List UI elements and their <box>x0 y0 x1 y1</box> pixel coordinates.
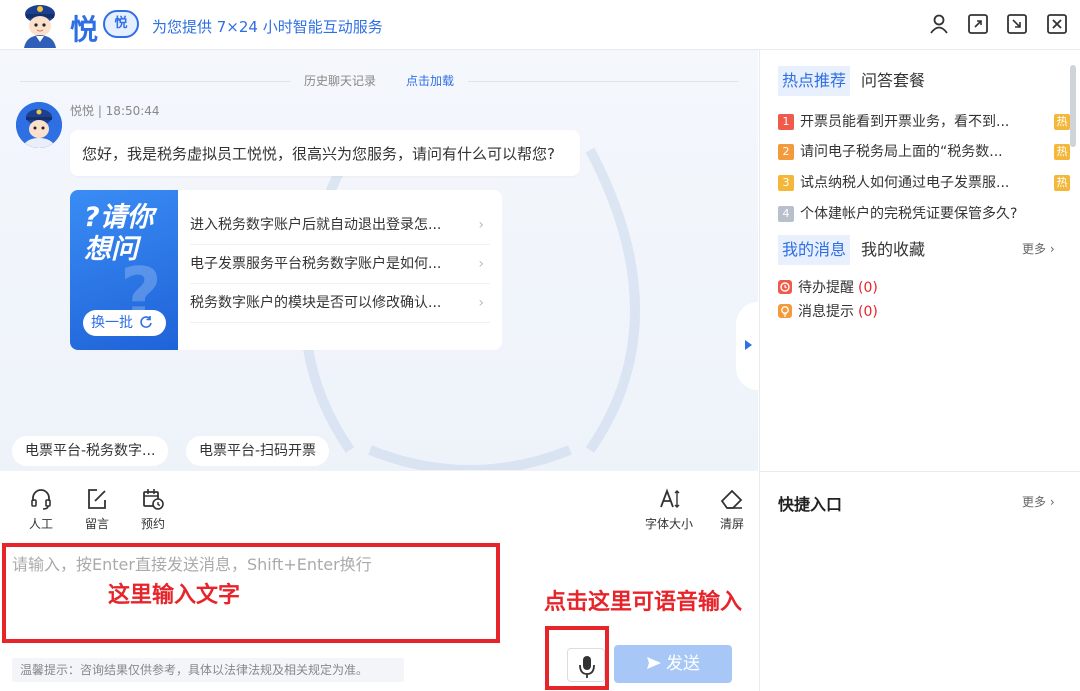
todo-reminder[interactable]: 待办提醒 (0) <box>778 277 878 297</box>
booking-button[interactable]: 预约 <box>128 487 178 532</box>
hot-item[interactable]: 3 试点纳税人如何通过电子发票服... 热 <box>778 171 1070 195</box>
headset-icon <box>31 489 51 510</box>
booking-label: 预约 <box>140 517 165 531</box>
chevron-right-icon: › <box>478 217 484 233</box>
hot-item-text: 开票员能看到开票业务，看不到... <box>800 114 1010 130</box>
clear-screen-button[interactable]: 清屏 <box>707 487 757 532</box>
disclaimer-tip: 温馨提示：咨询结果仅供参考，具体以法律法规及相关规定为准。 <box>12 658 404 682</box>
question-item[interactable]: 电子发票服务平台税务数字账户是如何... › <box>190 245 490 284</box>
rank-badge: 4 <box>778 206 794 222</box>
quick-more-label: 更多 <box>1022 495 1047 509</box>
logo-badge: 悦 <box>103 10 139 38</box>
microphone-icon <box>579 656 595 678</box>
input-annotation: 这里输入文字 <box>108 583 241 608</box>
history-label: 历史聊天记录 <box>303 74 376 88</box>
hot-item-text: 个体建帐户的完税凭证要保管多久? <box>800 206 1018 222</box>
question-card: ? ?请你 想问 换一批 进入税务数字账户后就自动退出登录怎... › 电子发票服… <box>70 190 502 350</box>
more-link[interactable]: 更多 › <box>1022 240 1055 257</box>
question-text: 电子发票服务平台税务数字账户是如何... <box>190 256 442 272</box>
clock-icon <box>778 280 792 294</box>
input-highlight-box <box>2 543 500 643</box>
question-text: 税务数字账户的模块是否可以修改确认... <box>190 295 442 311</box>
quick-more-link[interactable]: 更多 › <box>1022 493 1055 510</box>
load-history-link[interactable]: 点击加载 <box>406 74 454 88</box>
send-label: 发送 <box>666 654 700 673</box>
hot-item[interactable]: 1 开票员能看到开票业务，看不到... 热 <box>778 110 1070 134</box>
hot-item-text: 请问电子税务局上面的“税务数... <box>800 144 1003 160</box>
minimize-icon[interactable] <box>1006 13 1028 35</box>
header: 悦 悦 为您提供 7×24 小时智能互动服务 <box>0 0 1080 50</box>
close-icon[interactable] <box>1046 13 1068 35</box>
tab-hot[interactable]: 热点推荐 <box>778 66 851 96</box>
card-title-line1: ?请你 <box>84 202 154 233</box>
refresh-icon <box>140 316 153 328</box>
collapse-panel-button[interactable] <box>736 302 758 390</box>
voice-input-button[interactable] <box>567 648 605 682</box>
hot-tag: 热 <box>1054 144 1070 160</box>
chevron-right-icon: › <box>478 256 484 272</box>
human-agent-label: 人工 <box>28 517 53 531</box>
right-panel: 热点推荐 问答套餐 1 开票员能看到开票业务，看不到... 热 2 请问电子税务局上… <box>759 50 1080 691</box>
font-size-button[interactable]: 字体大小 <box>640 487 698 532</box>
tab-my-messages[interactable]: 我的消息 <box>778 235 851 265</box>
quick-entry-title: 快捷入口 <box>778 495 843 514</box>
bot-meta: 悦悦 | 18:50:44 <box>70 104 160 118</box>
eraser-icon <box>720 489 743 509</box>
edit-icon <box>88 489 106 509</box>
rank-badge: 3 <box>778 175 794 191</box>
refresh-label: 换一批 <box>91 315 133 331</box>
avatar-logo <box>24 5 56 48</box>
todo-label: 待办提醒 <box>798 280 854 296</box>
notice-label: 消息提示 <box>798 304 854 320</box>
chevron-right-icon: › <box>478 295 484 311</box>
tab-my-favorites[interactable]: 我的收藏 <box>861 235 925 265</box>
slogan: 为您提供 7×24 小时智能互动服务 <box>152 18 383 36</box>
hot-tag: 热 <box>1054 114 1070 130</box>
clear-screen-label: 清屏 <box>719 517 744 531</box>
refresh-button[interactable]: 换一批 <box>83 310 166 336</box>
scrollbar[interactable] <box>1070 65 1076 147</box>
todo-count: (0) <box>858 280 878 296</box>
hot-item[interactable]: 4 个体建帐户的完税凭证要保管多久? <box>778 202 1058 226</box>
divider <box>759 471 1080 472</box>
chat-area: 历史聊天记录 点击加载 悦悦 | 18:50:44 您好，我是税务虚拟员工悦悦，很… <box>0 50 758 471</box>
question-card-title: ?请你 想问 <box>84 202 154 266</box>
leave-message-button[interactable]: 留言 <box>72 487 122 532</box>
quick-chip[interactable]: 电票平台-扫码开票 <box>186 436 330 466</box>
user-icon[interactable] <box>928 13 950 35</box>
hot-item-text: 试点纳税人如何通过电子发票服... <box>800 175 1010 191</box>
tab-qa-package[interactable]: 问答套餐 <box>861 66 925 96</box>
history-bar: 历史聊天记录 点击加载 <box>0 72 758 89</box>
font-size-label: 字体大小 <box>644 517 693 531</box>
bulb-icon <box>778 304 792 318</box>
quick-chip[interactable]: 电票平台-税务数字... <box>12 436 169 466</box>
rank-badge: 1 <box>778 114 794 130</box>
bot-avatar <box>16 102 62 148</box>
hot-tag: 热 <box>1054 175 1070 191</box>
question-item[interactable]: 进入税务数字账户后就自动退出登录怎... › <box>190 206 490 245</box>
greeting-bubble: 您好，我是税务虚拟员工悦悦，很高兴为您服务，请问有什么可以帮您? <box>70 130 580 176</box>
logo-text: 悦 <box>70 13 99 46</box>
toolbar: 人工 留言 预约 字体大小 清屏 <box>0 471 758 541</box>
message-notice[interactable]: 消息提示 (0) <box>778 301 878 321</box>
calendar-clock-icon <box>143 489 164 510</box>
question-item[interactable]: 税务数字账户的模块是否可以修改确认... › <box>190 284 490 323</box>
hot-item[interactable]: 2 请问电子税务局上面的“税务数... 热 <box>778 140 1070 164</box>
question-list: 进入税务数字账户后就自动退出登录怎... › 电子发票服务平台税务数字账户是如何.… <box>178 206 502 323</box>
notice-count: (0) <box>858 304 878 320</box>
more-label: 更多 <box>1022 242 1047 256</box>
leave-message-label: 留言 <box>84 517 109 531</box>
question-text: 进入税务数字账户后就自动退出登录怎... <box>190 217 442 233</box>
triangle-right-icon <box>745 340 752 350</box>
voice-annotation: 点击这里可语音输入 <box>544 590 743 615</box>
expand-icon[interactable] <box>967 13 989 35</box>
question-card-banner: ? ?请你 想问 换一批 <box>70 190 178 350</box>
send-icon <box>647 657 661 669</box>
send-button[interactable]: 发送 <box>614 645 732 683</box>
rank-badge: 2 <box>778 144 794 160</box>
human-agent-button[interactable]: 人工 <box>16 487 66 532</box>
card-title-line2: 想问 <box>84 234 138 265</box>
font-size-icon <box>660 488 680 508</box>
